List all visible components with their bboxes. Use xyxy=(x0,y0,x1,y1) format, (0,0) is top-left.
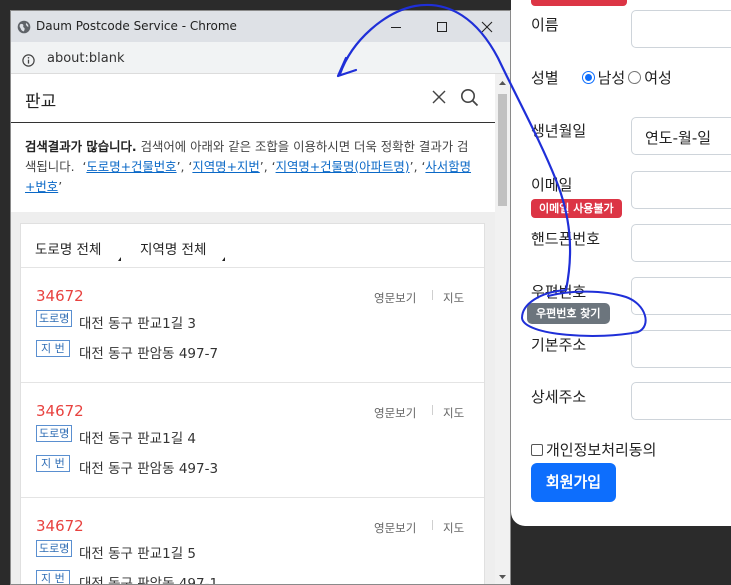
top-badge-fragment xyxy=(531,0,627,6)
tab-area-caret-icon xyxy=(222,257,225,261)
hint-link-lot[interactable]: 지역명+지번 xyxy=(192,159,259,174)
result-item[interactable]: 34672 영문보기 지도 도로명 대전 동구 판교1길 3 지 번 대전 동구… xyxy=(21,268,484,383)
gender-female-label[interactable]: 여성 xyxy=(644,67,672,88)
gender-female-radio[interactable] xyxy=(628,71,642,84)
scroll-down-icon[interactable] xyxy=(495,571,510,583)
gender-male-label[interactable]: 남성 xyxy=(598,67,626,88)
map-link[interactable]: 지도 xyxy=(443,520,464,536)
scroll-up-icon[interactable] xyxy=(495,77,510,89)
close-icon[interactable] xyxy=(464,11,510,42)
gender-male-radio[interactable] xyxy=(581,71,595,84)
address-bar[interactable]: about:blank xyxy=(11,42,510,74)
gender-label: 성별 xyxy=(531,69,559,87)
email-label: 이메일 xyxy=(531,176,573,194)
action-divider xyxy=(432,290,433,300)
privacy-checkbox[interactable] xyxy=(531,443,543,456)
result-road-address[interactable]: 대전 동구 판교1길 4 xyxy=(79,427,196,447)
map-link[interactable]: 지도 xyxy=(443,290,464,306)
zip-label: 우편번호 xyxy=(531,283,587,301)
result-item[interactable]: 34672 영문보기 지도 도로명 대전 동구 판교1길 5 지 번 대전 동구… xyxy=(21,498,484,584)
result-road-address[interactable]: 대전 동구 판교1길 3 xyxy=(79,312,196,332)
info-icon[interactable] xyxy=(22,52,35,71)
window-title: Daum Postcode Service - Chrome xyxy=(36,19,237,33)
result-item[interactable]: 34672 영문보기 지도 도로명 대전 동구 판교1길 4 지 번 대전 동구… xyxy=(21,383,484,498)
privacy-agree[interactable]: 개인정보처리동의 xyxy=(531,439,656,460)
name-label: 이름 xyxy=(531,16,559,34)
url-text[interactable]: about:blank xyxy=(47,51,125,66)
english-view-link[interactable]: 영문보기 xyxy=(374,290,416,306)
results-tabs: 도로명 전체 지역명 전체 xyxy=(21,224,484,268)
hint-link-road[interactable]: 도로명+건물번호 xyxy=(86,159,176,174)
minimize-icon[interactable] xyxy=(373,11,419,42)
search-notice: 검색결과가 많습니다. 검색어에 아래와 같은 조합을 이용하시면 더욱 정확한… xyxy=(25,139,472,194)
result-zip[interactable]: 34672 xyxy=(36,402,84,420)
road-tag: 도로명 xyxy=(36,310,73,327)
signup-form: 이름 성별 남성 여성 생년월일 연도-월-일 이메일 이메일 사용불가 핸드폰… xyxy=(511,0,731,526)
result-lot-address[interactable]: 대전 동구 판암동 497-1 xyxy=(79,572,218,584)
search-input[interactable] xyxy=(25,86,425,112)
map-link[interactable]: 지도 xyxy=(443,405,464,421)
signup-button[interactable]: 회원가입 xyxy=(531,463,616,502)
tab-area-all[interactable]: 지역명 전체 xyxy=(140,238,206,258)
notice-bold: 검색결과가 많습니다. xyxy=(25,139,137,154)
scroll-thumb[interactable] xyxy=(498,94,507,206)
result-lot-address[interactable]: 대전 동구 판암동 497-7 xyxy=(79,342,218,362)
name-input[interactable] xyxy=(631,10,731,48)
email-input[interactable] xyxy=(631,171,731,209)
search-icon[interactable] xyxy=(460,88,479,111)
zip-input[interactable] xyxy=(631,277,731,315)
detail-address-input[interactable] xyxy=(631,382,731,420)
result-road-address[interactable]: 대전 동구 판교1길 5 xyxy=(79,542,196,562)
birth-date-input[interactable]: 연도-월-일 xyxy=(631,117,731,155)
results-list: 도로명 전체 지역명 전체 34672 영문보기 지도 도로명 대전 동구 판교… xyxy=(20,223,485,584)
address-input[interactable] xyxy=(631,330,731,368)
english-view-link[interactable]: 영문보기 xyxy=(374,520,416,536)
title-bar[interactable]: Daum Postcode Service - Chrome xyxy=(11,11,510,42)
maximize-icon[interactable] xyxy=(419,11,465,42)
detail-address-label: 상세주소 xyxy=(531,388,587,406)
scrollbar[interactable] xyxy=(495,74,510,584)
road-tag: 도로명 xyxy=(36,540,73,557)
email-unavailable-badge: 이메일 사용불가 xyxy=(531,199,622,218)
postcode-popup-window: Daum Postcode Service - Chrome about:bla… xyxy=(10,10,511,585)
lot-tag: 지 번 xyxy=(36,340,70,357)
clear-icon[interactable] xyxy=(431,89,447,109)
globe-icon xyxy=(17,19,31,38)
result-zip[interactable]: 34672 xyxy=(36,287,84,305)
result-zip[interactable]: 34672 xyxy=(36,517,84,535)
search-underline xyxy=(11,122,495,123)
birth-label: 생년월일 xyxy=(531,122,587,140)
result-lot-address[interactable]: 대전 동구 판암동 497-3 xyxy=(79,457,218,477)
phone-label: 핸드폰번호 xyxy=(531,230,601,248)
gender-group: 성별 남성 여성 xyxy=(531,67,672,88)
action-divider xyxy=(432,520,433,530)
tab-road-all[interactable]: 도로명 전체 xyxy=(35,238,101,258)
phone-input[interactable] xyxy=(631,224,731,262)
search-bar xyxy=(11,74,495,124)
results-area: 도로명 전체 지역명 전체 34672 영문보기 지도 도로명 대전 동구 판교… xyxy=(11,212,495,584)
road-tag: 도로명 xyxy=(36,425,73,442)
lot-tag: 지 번 xyxy=(36,570,70,584)
lot-tag: 지 번 xyxy=(36,455,70,472)
english-view-link[interactable]: 영문보기 xyxy=(374,405,416,421)
tab-road-caret-icon xyxy=(118,257,121,261)
address-label: 기본주소 xyxy=(531,336,587,354)
privacy-agree-label[interactable]: 개인정보처리동의 xyxy=(546,439,656,460)
find-zip-button[interactable]: 우편번호 찾기 xyxy=(527,303,610,324)
action-divider xyxy=(432,405,433,415)
hint-link-building[interactable]: 지역명+건물명(아파트명) xyxy=(276,159,410,174)
